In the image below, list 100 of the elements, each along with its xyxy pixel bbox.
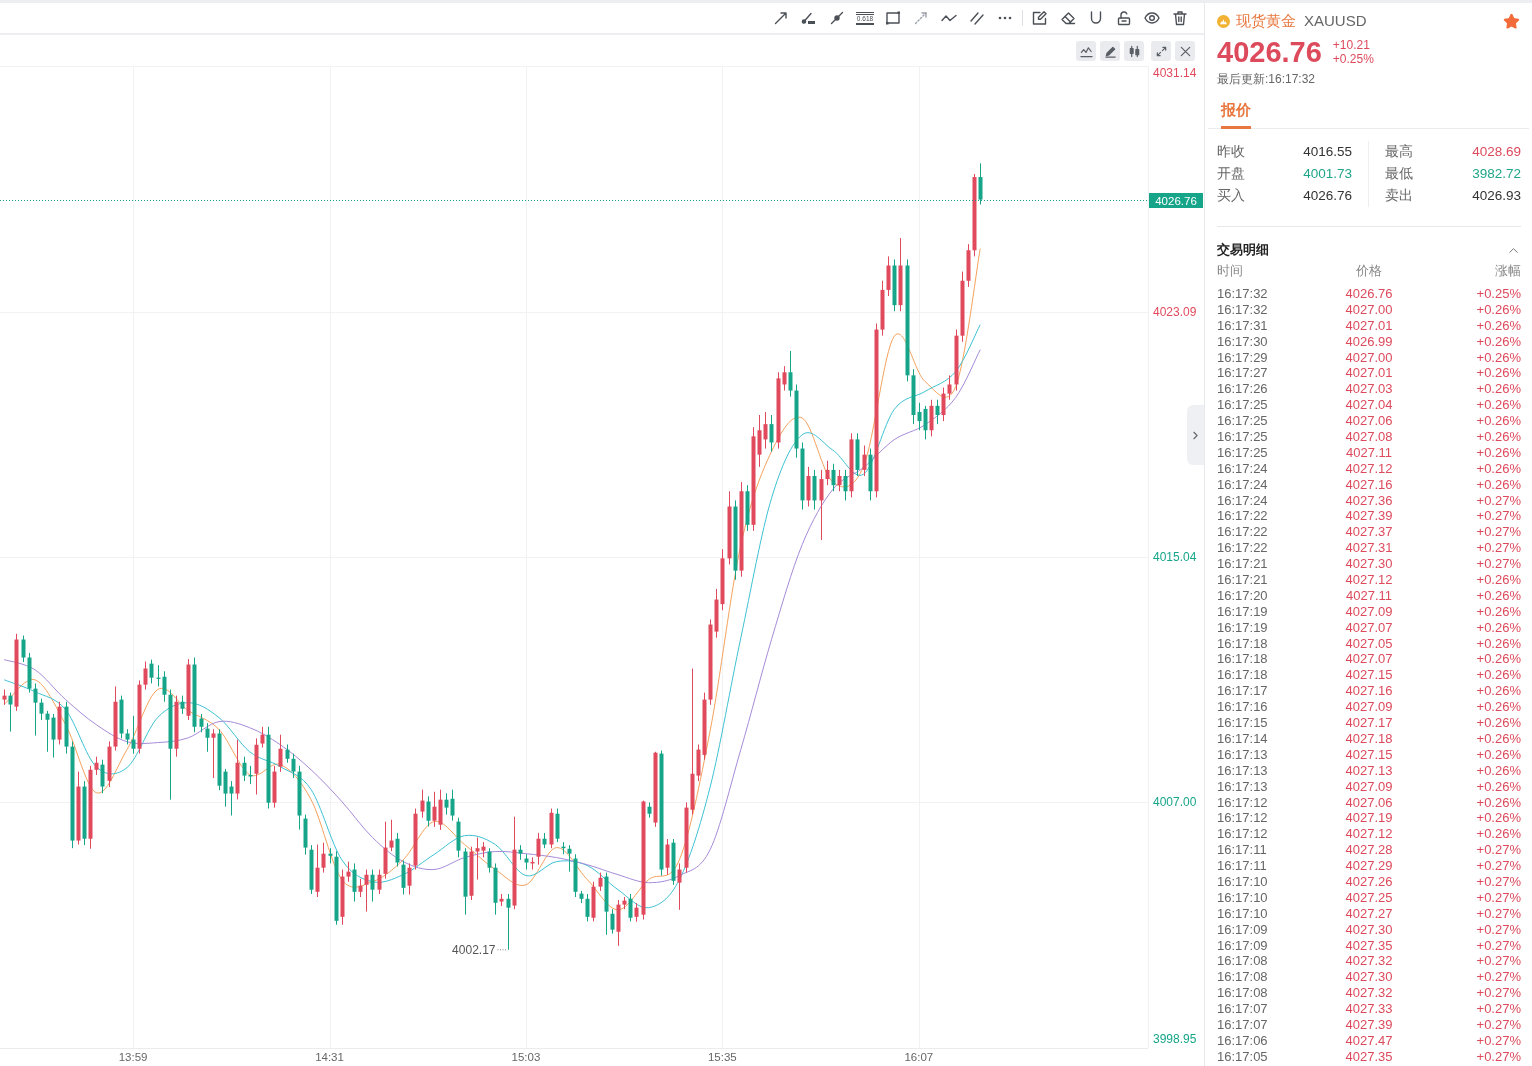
trade-price: 4027.30: [1345, 556, 1393, 573]
trade-change: +0.27%: [1476, 953, 1521, 970]
trade-time: 16:17:18: [1217, 635, 1268, 652]
angled-line-icon: [801, 10, 817, 26]
line-segment-icon: [829, 10, 845, 26]
trade-price: 4027.18: [1345, 730, 1393, 747]
trade-change: +0.26%: [1476, 619, 1521, 636]
trade-price: 4027.33: [1345, 1001, 1393, 1017]
trade-change: +0.26%: [1476, 301, 1521, 318]
trade-time: 16:17:18: [1217, 667, 1268, 684]
eraser-icon: [1060, 10, 1076, 26]
trade-price: 4027.17: [1345, 715, 1393, 731]
trade-time: 16:17:15: [1217, 715, 1268, 731]
trade-price: 4027.07: [1345, 619, 1393, 636]
section-title: 交易明细: [1217, 241, 1269, 260]
trade-time: 16:17:10: [1217, 873, 1268, 890]
trade-time: 16:17:11: [1217, 858, 1267, 874]
dashed-arrow-icon: [913, 10, 929, 26]
trash-icon: [1172, 10, 1188, 26]
close-button[interactable]: [1175, 41, 1195, 61]
trade-change: +0.27%: [1476, 1016, 1521, 1033]
trade-price: 4027.16: [1345, 683, 1393, 700]
trade-change: +0.26%: [1476, 699, 1521, 716]
line-chart-icon: [1079, 44, 1093, 58]
trade-change: +0.26%: [1476, 826, 1521, 843]
trade-change: +0.27%: [1476, 858, 1521, 874]
trade-price: 4027.03: [1345, 381, 1393, 398]
trade-time: 16:17:16: [1217, 699, 1268, 716]
trade-time: 16:17:22: [1217, 508, 1268, 525]
trade-change: +0.26%: [1476, 317, 1521, 334]
trade-time: 16:17:25: [1217, 397, 1268, 414]
trade-change: +0.26%: [1476, 635, 1521, 652]
trade-change: +0.27%: [1476, 842, 1521, 859]
trade-price: 4026.76: [1345, 286, 1393, 302]
quote-value: 4001.73: [1303, 164, 1352, 183]
trade-time: 16:17:17: [1217, 683, 1268, 700]
quote-label: 卖出: [1385, 186, 1413, 205]
chart-style-button[interactable]: [1124, 41, 1144, 61]
eye-icon: [1144, 10, 1160, 26]
trade-price: 4027.06: [1345, 413, 1393, 430]
ref-line-label: 4026.76: [1155, 194, 1197, 207]
price-axis-label: 4015.04: [1153, 550, 1197, 565]
trade-change: +0.26%: [1476, 365, 1521, 382]
trade-price: 4027.09: [1345, 778, 1393, 795]
trade-price: 4026.99: [1345, 333, 1393, 350]
trade-time: 16:17:12: [1217, 794, 1268, 811]
trade-time: 16:17:11: [1217, 842, 1267, 859]
trade-change: +0.26%: [1476, 429, 1521, 445]
trade-time: 16:17:08: [1217, 985, 1268, 1002]
trade-change: +0.27%: [1476, 1032, 1521, 1049]
fullscreen-button[interactable]: [1151, 41, 1171, 61]
trade-change: +0.26%: [1476, 333, 1521, 350]
trade-change: +0.27%: [1476, 492, 1521, 509]
trade-change: +0.27%: [1476, 556, 1521, 573]
trade-price: 4027.12: [1345, 826, 1393, 843]
trade-change: +0.26%: [1476, 778, 1521, 795]
trade-time: 16:17:10: [1217, 905, 1268, 922]
favorite-star-icon[interactable]: [1503, 12, 1520, 30]
pencil-icon: [1103, 44, 1117, 58]
price-axis-label: 3998.95: [1153, 1032, 1197, 1046]
trade-time: 16:17:10: [1217, 889, 1268, 906]
time-axis-label: 14:31: [315, 1051, 344, 1063]
trade-change: +0.27%: [1476, 1048, 1521, 1065]
trade-change: +0.26%: [1476, 715, 1521, 731]
trade-change: +0.26%: [1476, 444, 1521, 461]
trade-time: 16:17:19: [1217, 619, 1268, 636]
trade-time: 16:17:22: [1217, 540, 1268, 557]
trade-change: +0.26%: [1476, 810, 1521, 827]
trade-time: 16:17:09: [1217, 921, 1268, 938]
parallel-lines-icon: [969, 10, 985, 26]
trade-price: 4027.15: [1345, 667, 1393, 684]
trade-price: 4027.12: [1345, 460, 1393, 477]
trade-price: 4027.32: [1345, 985, 1393, 1002]
panel-toggle-button[interactable]: [1187, 405, 1204, 465]
trade-time: 16:17:13: [1217, 762, 1268, 779]
rectangle-icon: [885, 10, 901, 26]
draw-button[interactable]: [1100, 41, 1120, 61]
quote-value: 4026.93: [1472, 186, 1521, 205]
trade-price: 4027.11: [1345, 444, 1392, 461]
trade-time: 16:17:21: [1217, 556, 1268, 573]
trade-price: 4027.06: [1345, 794, 1393, 811]
unlock-icon: [1116, 10, 1132, 26]
trade-price: 4027.35: [1345, 1048, 1393, 1065]
trade-price: 4027.09: [1345, 699, 1393, 716]
note-edit-icon: [1032, 10, 1048, 26]
trade-price: 4027.08: [1345, 429, 1393, 445]
trade-time: 16:17:22: [1217, 524, 1268, 541]
low-price-label: 4002.17: [452, 942, 496, 957]
time-axis-label: 13:59: [118, 1051, 148, 1063]
arrow-icon: [773, 10, 789, 26]
trade-time: 16:17:13: [1217, 746, 1268, 763]
trade-price: 4027.26: [1345, 873, 1393, 890]
trade-price: 4027.12: [1345, 572, 1393, 588]
indicator-button[interactable]: [1076, 41, 1096, 61]
trade-time: 16:17:19: [1217, 603, 1268, 620]
quote-label: 昨收: [1217, 142, 1245, 161]
trade-time: 16:17:21: [1217, 572, 1268, 588]
trade-price: 4027.39: [1345, 508, 1393, 525]
trade-price: 4027.32: [1345, 953, 1393, 970]
trade-change: +0.26%: [1476, 397, 1521, 414]
